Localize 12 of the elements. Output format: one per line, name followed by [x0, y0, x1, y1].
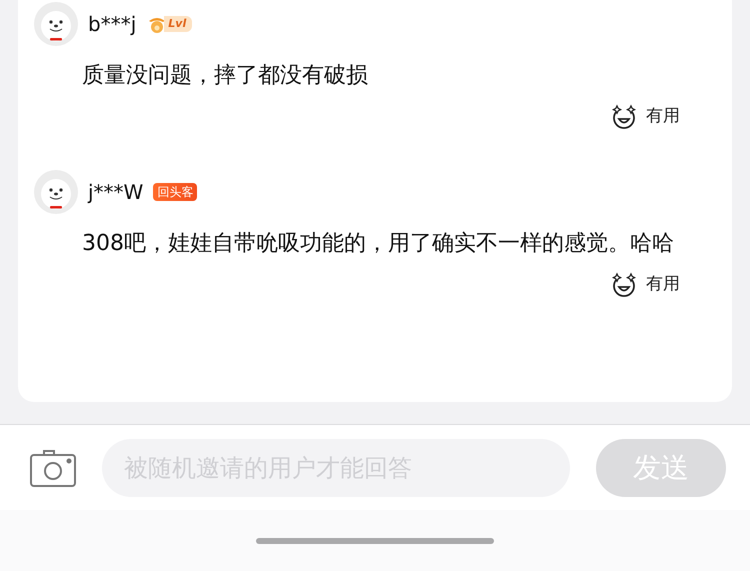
- smiley-icon: [611, 104, 637, 130]
- review-text: 质量没问题，摔了都没有破损: [82, 62, 369, 90]
- repeat-customer-tag: 回头客: [153, 183, 198, 201]
- smiley-icon: [611, 272, 637, 298]
- useful-button[interactable]: 有用: [611, 104, 680, 130]
- camera-icon[interactable]: [30, 448, 76, 486]
- useful-button[interactable]: 有用: [611, 272, 680, 298]
- avatar-icon: [34, 170, 78, 214]
- level-badge: Lvl: [146, 13, 192, 35]
- review-text: 308吧，娃娃自带吮吸功能的，用了确实不一样的感觉。哈哈: [82, 230, 675, 258]
- username: j***W: [88, 179, 144, 206]
- username: b***j: [88, 11, 136, 38]
